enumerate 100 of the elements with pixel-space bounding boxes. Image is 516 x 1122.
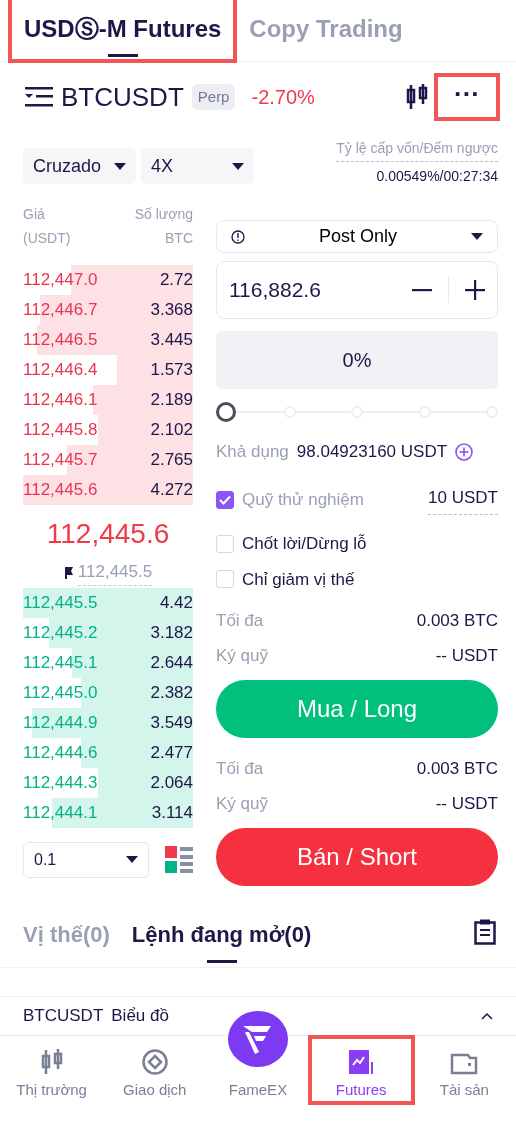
- order-quantity: 2.477: [150, 741, 193, 764]
- candlestick-icon: [40, 1048, 63, 1075]
- field-value: -- USDT: [435, 645, 498, 667]
- last-price: 112,445.6: [46, 517, 170, 551]
- available-label: Khả dụng: [216, 441, 289, 463]
- order-quantity: 3.445: [150, 329, 193, 352]
- nav-label: Tài sản: [439, 1079, 489, 1100]
- order-price[interactable]: 112,444.1: [23, 799, 98, 826]
- option-label: Chỉ giảm vị thế: [242, 568, 355, 591]
- field-label: Tối đa: [216, 758, 264, 780]
- info-icon: [231, 229, 245, 244]
- tab[interactable]: Lệnh đang mở(0): [131, 910, 312, 967]
- clipboard-icon[interactable]: [474, 918, 496, 945]
- column-unit: (USDT): [23, 229, 71, 248]
- tab[interactable]: Vị thế(0): [23, 910, 110, 967]
- order-price[interactable]: 112,445.5: [23, 589, 98, 616]
- order-price[interactable]: 112,445.0: [23, 679, 98, 706]
- chart-card-icon: [348, 1048, 375, 1075]
- field-value: -- USDT: [435, 793, 498, 815]
- order-price[interactable]: 112,445.7: [23, 447, 98, 473]
- nav-item[interactable]: Tài sản: [412, 1037, 516, 1103]
- order-quantity: 4.42: [159, 591, 193, 614]
- caret-icon: [232, 162, 244, 170]
- margin-mode-select[interactable]: Cruzado: [23, 148, 136, 184]
- nav-label: Futures: [335, 1079, 387, 1100]
- available-balance: 98.04923160 USDT: [296, 441, 448, 463]
- price-input-field[interactable]: 116,882.6: [216, 261, 498, 319]
- test-fund-amount[interactable]: 10 USDT: [428, 484, 498, 515]
- field-label: Tối đa: [216, 610, 264, 632]
- order-price[interactable]: 112,445.1: [23, 649, 98, 676]
- order-quantity: 2.765: [150, 449, 193, 472]
- order-price[interactable]: 112,446.1: [23, 387, 98, 413]
- nav-label: FameEX: [228, 1079, 288, 1100]
- chart-symbol: BTCUSDT: [23, 1005, 104, 1028]
- option-label: Quỹ thử nghiệm: [242, 489, 364, 511]
- symbol-name: BTCUSDT: [61, 80, 184, 114]
- order-quantity: 2.189: [150, 389, 193, 412]
- caret-icon: [114, 162, 126, 170]
- order-type-select[interactable]: Post Only: [216, 220, 498, 253]
- nav-item[interactable]: Futures: [309, 1037, 413, 1103]
- order-price[interactable]: 112,446.7: [23, 297, 98, 323]
- candlestick-icon[interactable]: [406, 84, 428, 110]
- nav-item[interactable]: Thị trường: [0, 1037, 104, 1103]
- precision-select[interactable]: 0.1: [23, 841, 149, 878]
- order-price[interactable]: 112,445.8: [23, 417, 98, 443]
- caret-icon: [126, 856, 138, 863]
- column-header: Số lượng: [134, 205, 193, 224]
- order-quantity: 1.573: [150, 359, 193, 382]
- column-unit: BTC: [165, 229, 193, 248]
- order-price[interactable]: 112,446.4: [23, 357, 98, 383]
- field-value: 0.003 BTC: [416, 610, 498, 632]
- order-price[interactable]: 112,445.2: [23, 619, 98, 646]
- funding-rate-value: 0.00549%/00:27:34: [376, 167, 498, 186]
- buy-button[interactable]: Mua / Long: [216, 680, 498, 738]
- perp-tag: Perp: [191, 83, 236, 111]
- order-price[interactable]: 112,444.3: [23, 769, 98, 796]
- order-quantity: 2.064: [150, 771, 193, 794]
- column-header: Giá: [23, 205, 46, 224]
- order-quantity: 2.382: [150, 681, 193, 704]
- order-price[interactable]: 112,444.6: [23, 739, 98, 766]
- nav-item[interactable]: FameEX: [206, 1011, 310, 1103]
- order-quantity: 3.114: [151, 801, 193, 824]
- order-price[interactable]: 112,446.5: [23, 327, 98, 353]
- tab[interactable]: USDⓈ-M Futures: [10, 0, 236, 61]
- flag-icon: [63, 565, 74, 579]
- chart-label[interactable]: Biểu đồ: [111, 1003, 169, 1029]
- field-label: Ký quỹ: [216, 645, 268, 667]
- order-price[interactable]: 112,444.9: [23, 709, 98, 736]
- funding-rate-label[interactable]: Tỷ lệ cấp vốn/Đếm ngược: [336, 138, 498, 162]
- order-quantity: 3.182: [150, 621, 193, 644]
- menu-icon[interactable]: [25, 86, 53, 108]
- plus-icon[interactable]: [465, 280, 485, 300]
- layout-icon[interactable]: [165, 845, 193, 874]
- order-quantity: 3.549: [150, 711, 193, 734]
- leverage-select[interactable]: 4X: [141, 148, 254, 184]
- order-quantity: 2.72: [159, 269, 193, 292]
- mark-price[interactable]: 112,445.5: [77, 559, 153, 586]
- caret-icon: [471, 233, 483, 240]
- price-change: -2.70%: [251, 85, 315, 110]
- order-price[interactable]: 112,445.6: [23, 477, 98, 503]
- option-label: Chốt lời/Dừng lỗ: [242, 533, 367, 555]
- percent-value: 0%: [342, 348, 372, 373]
- field-label: Ký quỹ: [216, 793, 268, 815]
- field-value: 0.003 BTC: [416, 758, 498, 780]
- slider-thumb[interactable]: [216, 402, 236, 422]
- tab[interactable]: Copy Trading: [235, 0, 417, 61]
- order-quantity: 3.368: [150, 299, 193, 322]
- sell-button[interactable]: Bán / Short: [216, 828, 498, 886]
- order-quantity: 4.272: [150, 479, 193, 502]
- order-price[interactable]: 112,447.0: [23, 267, 98, 293]
- nav-item[interactable]: Giao dịch: [103, 1037, 207, 1103]
- chevron-up-icon[interactable]: [481, 1012, 493, 1020]
- add-icon[interactable]: [455, 442, 474, 461]
- nav-label: Giao dịch: [123, 1079, 187, 1100]
- checkbox[interactable]: [216, 490, 234, 509]
- nav-label: Thị trường: [16, 1079, 87, 1100]
- order-quantity: 2.102: [150, 419, 193, 442]
- order-quantity: 2.644: [150, 651, 193, 674]
- diamond-circle-icon: [141, 1048, 168, 1075]
- more-button[interactable]: ···: [436, 75, 498, 119]
